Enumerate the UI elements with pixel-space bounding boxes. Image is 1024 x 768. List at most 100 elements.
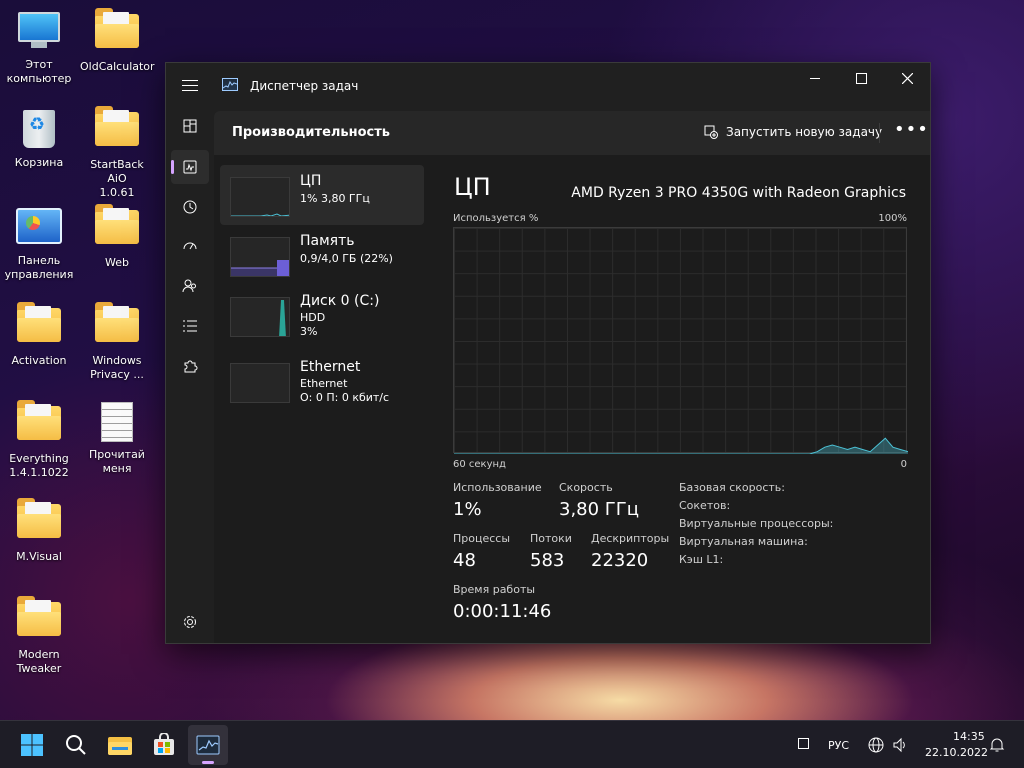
uptime-value: 0:00:11:46	[453, 601, 552, 622]
title-bar[interactable]: Диспетчер задач	[166, 63, 930, 107]
performance-icon	[183, 160, 197, 174]
folder-icon	[93, 106, 141, 154]
services-puzzle-icon	[184, 360, 198, 373]
header-divider	[879, 123, 880, 143]
run-new-task-label: Запустить новую задачу	[726, 125, 883, 139]
perf-item-detail: Ethernet	[300, 377, 348, 390]
windows-logo-icon	[21, 734, 43, 756]
spec-sockets: Сокетов:	[679, 499, 731, 512]
recycle-bin-icon	[15, 110, 63, 152]
settings-gear-icon	[184, 616, 196, 628]
taskbar: РУС 14:35 22.10.2022	[0, 720, 1024, 768]
minimize-button[interactable]	[792, 63, 838, 93]
desktop-icon-windows-privacy[interactable]: Windows Privacy ...	[80, 302, 154, 382]
graph-x-min: 0	[900, 459, 907, 470]
task-manager-window: Диспетчер задач Производительность Запус…	[165, 62, 931, 644]
perf-item-name: Диск 0 (C:)	[300, 293, 380, 309]
clock-date[interactable]: 22.10.2022	[925, 746, 988, 759]
search-button[interactable]	[56, 725, 96, 765]
desktop-icon-label: Everything 1.4.1.1022	[9, 452, 69, 479]
nav-settings[interactable]	[171, 605, 209, 639]
nav-services[interactable]	[171, 349, 209, 383]
file-explorer-button[interactable]	[100, 725, 140, 765]
desktop-icon-startback[interactable]: StartBack AiO 1.0.61	[80, 106, 154, 200]
desktop-icon-activation[interactable]: Activation	[2, 302, 76, 368]
desktop-icon-readme[interactable]: Прочитай меня	[80, 402, 154, 476]
show-hidden-icons-button[interactable]	[798, 738, 809, 749]
perf-item-memory[interactable]: Память 0,9/4,0 ГБ (22%)	[220, 225, 424, 285]
graph-y-max: 100%	[878, 213, 907, 224]
desktop-icon-label: Web	[105, 256, 129, 269]
window-title: Диспетчер задач	[250, 79, 359, 93]
desktop-icon-web[interactable]: Web	[80, 204, 154, 270]
nav-app-history[interactable]	[171, 190, 209, 224]
desktop-icon-recycle-bin[interactable]: Корзина	[2, 108, 76, 170]
folder-icon	[15, 400, 63, 448]
desktop-icon-mvisual[interactable]: M.Visual	[2, 498, 76, 564]
folder-icon	[15, 498, 63, 546]
usage-value: 1%	[453, 499, 482, 520]
perf-item-disk[interactable]: Диск 0 (C:) HDD 3%	[220, 285, 424, 345]
maximize-button[interactable]	[838, 63, 884, 93]
search-icon	[66, 735, 86, 755]
run-new-task-button[interactable]: Запустить новую задачу	[704, 125, 882, 139]
task-manager-taskbar-button[interactable]	[188, 725, 228, 765]
desktop-icon-label: Панель управления	[4, 254, 74, 281]
store-icon	[154, 733, 174, 755]
folder-icon	[93, 204, 141, 252]
network-globe-icon[interactable]	[868, 737, 884, 753]
processes-value: 48	[453, 550, 476, 571]
perf-item-cpu[interactable]: ЦП 1% 3,80 ГГц	[220, 165, 424, 225]
control-panel-icon	[15, 208, 63, 250]
desktop-icon-oldcalculator[interactable]: OldCalculator	[80, 8, 155, 74]
folder-icon	[93, 8, 141, 56]
speed-value: 3,80 ГГц	[559, 499, 640, 520]
threads-value: 583	[530, 550, 565, 571]
desktop-icon-label: M.Visual	[16, 550, 62, 563]
nav-performance[interactable]	[171, 150, 209, 184]
start-button[interactable]	[12, 725, 52, 765]
new-task-icon	[704, 125, 718, 139]
performance-content: ЦП 1% 3,80 ГГц Память 0,9/4,0 ГБ (22%) Д…	[214, 155, 930, 643]
history-icon	[183, 200, 197, 214]
perf-item-name: ЦП	[300, 173, 322, 189]
nav-rail	[166, 107, 214, 643]
input-language[interactable]: РУС	[828, 739, 849, 752]
nav-processes[interactable]	[171, 109, 209, 143]
handles-label: Дескрипторы	[591, 532, 670, 545]
hamburger-menu-icon[interactable]	[182, 80, 198, 92]
microsoft-store-button[interactable]	[144, 725, 184, 765]
desktop-icon-label: Windows Privacy ...	[90, 354, 144, 381]
folder-icon	[93, 302, 141, 350]
desktop-icon-everything[interactable]: Everything 1.4.1.1022	[2, 400, 76, 480]
close-icon	[901, 72, 913, 84]
perf-item-detail: О: 0 П: 0 кбит/с	[300, 391, 390, 404]
nav-startup-apps[interactable]	[171, 229, 209, 263]
desktop-icon-modern-tweaker[interactable]: Modern Tweaker	[2, 596, 76, 676]
perf-item-name: Ethernet	[300, 359, 361, 375]
nav-details[interactable]	[171, 309, 209, 343]
perf-item-ethernet[interactable]: Ethernet Ethernet О: 0 П: 0 кбит/с	[220, 351, 424, 411]
uptime-label: Время работы	[453, 583, 536, 596]
desktop-icon-label: Корзина	[14, 156, 64, 169]
spec-l1-cache: Кэш L1:	[679, 553, 724, 566]
page-title: Производительность	[232, 125, 391, 140]
disk-mini-graph	[230, 297, 290, 337]
desktop-icon-this-pc[interactable]: Этот компьютер	[2, 10, 76, 86]
close-button[interactable]	[884, 63, 930, 93]
desktop-icon-label: Modern Tweaker	[16, 648, 62, 675]
more-options-button[interactable]: •••	[894, 119, 929, 140]
spec-virtual-processors: Виртуальные процессоры:	[679, 517, 834, 530]
folder-icon	[15, 596, 63, 644]
graph-y-label: Используется %	[453, 213, 539, 224]
task-manager-icon	[196, 735, 220, 755]
clock-time[interactable]: 14:35	[953, 730, 985, 743]
desktop-icon-control-panel[interactable]: Панель управления	[2, 206, 76, 282]
nav-users[interactable]	[171, 269, 209, 303]
desktop-icon-label: Прочитай меня	[89, 448, 145, 475]
notification-icon[interactable]	[989, 737, 1005, 753]
volume-icon[interactable]	[892, 737, 908, 753]
computer-icon	[15, 12, 63, 54]
cpu-mini-graph	[230, 177, 290, 217]
desktop-icon-label: Этот компьютер	[6, 58, 72, 85]
